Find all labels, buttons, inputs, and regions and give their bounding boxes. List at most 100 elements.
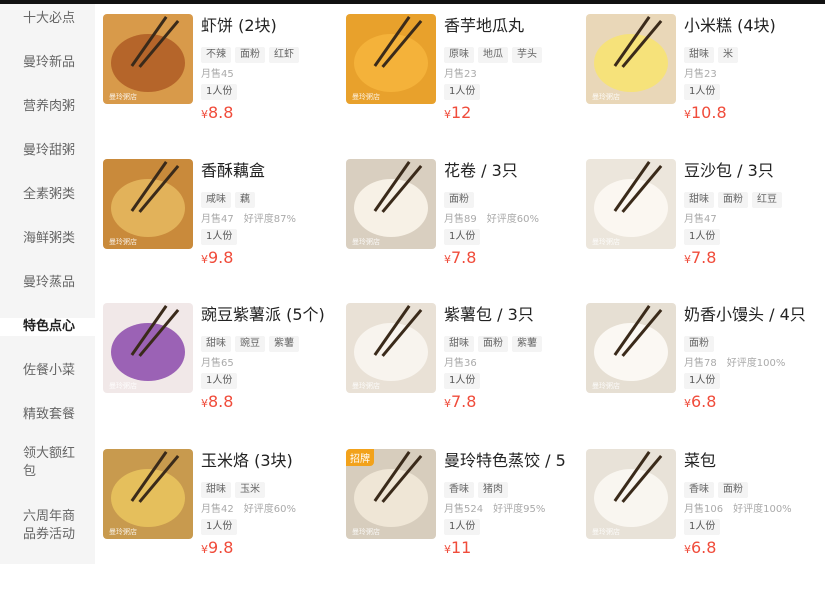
serving-size: 1人份 [444,373,481,389]
product-card[interactable]: 曼玲粥店 玉米烙 (3块) 甜味 玉米 月售42 好评度60% 1人份 ¥9.8 [103,449,348,589]
product-card[interactable]: 曼玲粥店 紫薯包 / 3只 甜味 面粉 紫薯 月售36 1人份 ¥7.8 [346,303,591,443]
product-tags: 原味 地瓜 芋头 [444,42,594,63]
sidebar-item[interactable]: 营养肉粥 [0,98,95,116]
product-tag: 红豆 [752,192,782,208]
product-image[interactable]: 曼玲粥店 [586,14,676,104]
product-tag: 面粉 [718,192,748,208]
sidebar-item[interactable]: 领大额红包 [0,445,95,481]
product-image[interactable]: 曼玲粥店 [103,449,193,539]
product-tag: 香味 [444,482,474,498]
thumb-brand: 曼玲粥店 [592,93,620,101]
product-card[interactable]: 曼玲粥店 招牌 曼玲特色蒸饺 / 5 香味 猪肉 月售524 好评度95% 1人份 ¥11 [346,449,591,589]
product-image[interactable]: 曼玲粥店 [346,303,436,393]
product-name[interactable]: 豌豆紫薯派 (5个) [201,305,351,325]
product-tags: 面粉 [684,331,825,352]
product-stats: 月售42 好评度60% [201,500,351,515]
currency-symbol: ¥ [444,253,451,266]
product-card[interactable]: 曼玲粥店 奶香小馒头 / 4只 面粉 月售78 好评度100% 1人份 ¥6.8 [586,303,825,443]
product-image[interactable]: 曼玲粥店 [346,14,436,104]
currency-symbol: ¥ [201,397,208,410]
product-card[interactable]: 曼玲粥店 菜包 香味 面粉 月售106 好评度100% 1人份 ¥6.8 [586,449,825,589]
currency-symbol: ¥ [201,253,208,266]
sidebar-item[interactable]: 精致套餐 [0,406,95,424]
thumb-brand: 曼玲粥店 [109,528,137,536]
category-sidebar: 十大必点曼玲新品营养肉粥曼玲甜粥全素粥类海鲜粥类曼玲蒸品特色点心佐餐小菜精致套餐… [0,4,95,564]
product-stats: 月售106 好评度100% [684,500,825,515]
product-tag: 面粉 [478,336,508,352]
thumb-brand: 曼玲粥店 [592,528,620,536]
product-tag: 紫薯 [269,336,299,352]
product-card[interactable]: 曼玲粥店 豆沙包 / 3只 甜味 面粉 红豆 月售47 1人份 ¥7.8 [586,159,825,299]
product-card[interactable]: 曼玲粥店 小米糕 (4块) 甜味米月售23 1人份 ¥10.8 [586,14,825,154]
currency-symbol: ¥ [684,397,691,410]
serving-size: 1人份 [444,84,481,100]
sidebar-item[interactable]: 佐餐小菜 [0,362,95,380]
product-tags: 甜味 玉米 [201,477,351,498]
product-info: 奶香小馒头 / 4只 面粉 月售78 好评度100% 1人份 ¥6.8 [684,303,825,415]
sidebar-item[interactable]: 曼玲新品 [0,54,95,72]
product-tag: 不辣 [201,47,231,63]
product-tag: 米 [718,47,738,63]
thumb-brand: 曼玲粥店 [109,382,137,390]
product-tags: 甜味米 [684,42,825,63]
price-value: 7.8 [451,248,477,267]
serving-size: 1人份 [201,229,238,245]
product-image[interactable]: 曼玲粥店 [586,303,676,393]
product-info: 虾饼 (2块) 不辣 面粉 红虾 月售45 1人份 ¥8.8 [201,14,351,126]
product-image[interactable]: 曼玲粥店 [103,303,193,393]
product-card[interactable]: 曼玲粥店 香芋地瓜丸 原味 地瓜 芋头 月售23 1人份 ¥12 [346,14,591,154]
product-name[interactable]: 奶香小馒头 / 4只 [684,305,825,325]
sidebar-item[interactable]: 海鲜粥类 [0,230,95,248]
sidebar-item[interactable]: 六周年商品券活动 [0,508,95,544]
rating: 好评度100% [733,504,792,515]
sidebar-item[interactable]: 曼玲蒸品 [0,274,95,292]
price-value: 7.8 [691,248,717,267]
product-image[interactable]: 曼玲粥店 招牌 [346,449,436,539]
product-name[interactable]: 紫薯包 / 3只 [444,305,594,325]
currency-symbol: ¥ [444,543,451,556]
product-name[interactable]: 小米糕 (4块) [684,16,825,36]
product-image[interactable]: 曼玲粥店 [346,159,436,249]
product-stats: 月售89 好评度60% [444,210,594,225]
product-image[interactable]: 曼玲粥店 [586,159,676,249]
serving-size: 1人份 [444,519,481,535]
product-info: 曼玲特色蒸饺 / 5 香味 猪肉 月售524 好评度95% 1人份 ¥11 [444,449,594,561]
currency-symbol: ¥ [444,397,451,410]
sidebar-item[interactable]: 曼玲甜粥 [0,142,95,160]
product-image[interactable]: 曼玲粥店 [586,449,676,539]
product-tag: 面粉 [235,47,265,63]
product-name[interactable]: 玉米烙 (3块) [201,451,351,471]
product-image[interactable]: 曼玲粥店 [103,14,193,104]
serving-size: 1人份 [684,229,721,245]
product-tag: 甜味 [684,192,714,208]
product-tags: 不辣 面粉 红虾 [201,42,351,63]
product-card[interactable]: 曼玲粥店 花卷 / 3只 面粉 月售89 好评度60% 1人份 ¥7.8 [346,159,591,299]
product-tag: 甜味 [684,47,714,63]
sidebar-item[interactable]: 十大必点 [0,10,95,28]
product-name[interactable]: 香酥藕盒 [201,161,351,181]
product-card[interactable]: 曼玲粥店 豌豆紫薯派 (5个) 甜味 豌豆 紫薯 月售65 1人份 ¥8.8 [103,303,348,443]
product-card[interactable]: 曼玲粥店 虾饼 (2块) 不辣 面粉 红虾 月售45 1人份 ¥8.8 [103,14,348,154]
currency-symbol: ¥ [444,108,451,121]
thumb-brand: 曼玲粥店 [352,528,380,536]
product-name[interactable]: 花卷 / 3只 [444,161,594,181]
sidebar-item[interactable]: 特色点心 [0,308,95,346]
product-info: 紫薯包 / 3只 甜味 面粉 紫薯 月售36 1人份 ¥7.8 [444,303,594,415]
product-tags: 甜味 豌豆 紫薯 [201,331,351,352]
price-value: 11 [451,538,472,557]
product-tags: 甜味 面粉 紫薯 [444,331,594,352]
product-name[interactable]: 豆沙包 / 3只 [684,161,825,181]
currency-symbol: ¥ [201,543,208,556]
product-info: 香酥藕盒 咸味藕月售47 好评度87% 1人份 ¥9.8 [201,159,351,271]
price-value: 12 [451,103,472,122]
product-name[interactable]: 曼玲特色蒸饺 / 5 [444,451,594,471]
product-tag: 咸味 [201,192,231,208]
product-name[interactable]: 香芋地瓜丸 [444,16,594,36]
serving-size: 1人份 [201,519,238,535]
product-name[interactable]: 虾饼 (2块) [201,16,351,36]
product-stats: 月售47 好评度87% [201,210,351,225]
product-image[interactable]: 曼玲粥店 [103,159,193,249]
sidebar-item[interactable]: 全素粥类 [0,186,95,204]
product-name[interactable]: 菜包 [684,451,825,471]
product-card[interactable]: 曼玲粥店 香酥藕盒 咸味藕月售47 好评度87% 1人份 ¥9.8 [103,159,348,299]
